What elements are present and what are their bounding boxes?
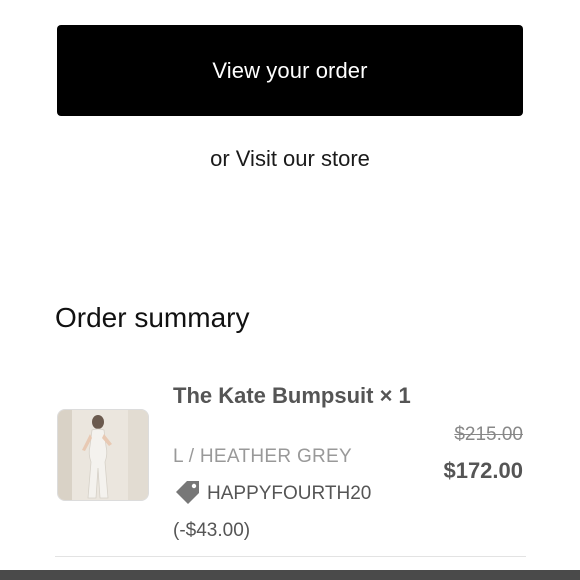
- order-confirmation-page: View your order or Visit our store Order…: [0, 0, 580, 580]
- order-summary-title: Order summary: [55, 302, 250, 333]
- summary-divider: [55, 556, 526, 557]
- final-price: $172.00: [443, 458, 523, 483]
- discount-row: HAPPYFOURTH20 (-$43.00): [173, 478, 423, 546]
- product-name: The Kate Bumpsuit × 1: [173, 383, 411, 408]
- visit-store-link[interactable]: Visit our store: [236, 146, 370, 171]
- discount-tag-icon: [173, 479, 201, 515]
- visit-store-line: or Visit our store: [0, 146, 580, 172]
- visit-store-prefix: or: [210, 146, 236, 171]
- bottom-bar: [0, 570, 580, 580]
- product-variant: L / HEATHER GREY: [173, 446, 353, 467]
- original-price: $215.00: [454, 424, 523, 445]
- product-thumbnail: [57, 409, 149, 501]
- discount-code: HAPPYFOURTH20 (-$43.00): [173, 483, 372, 541]
- product-photo-icon: [58, 410, 148, 500]
- view-order-button[interactable]: View your order: [57, 25, 523, 116]
